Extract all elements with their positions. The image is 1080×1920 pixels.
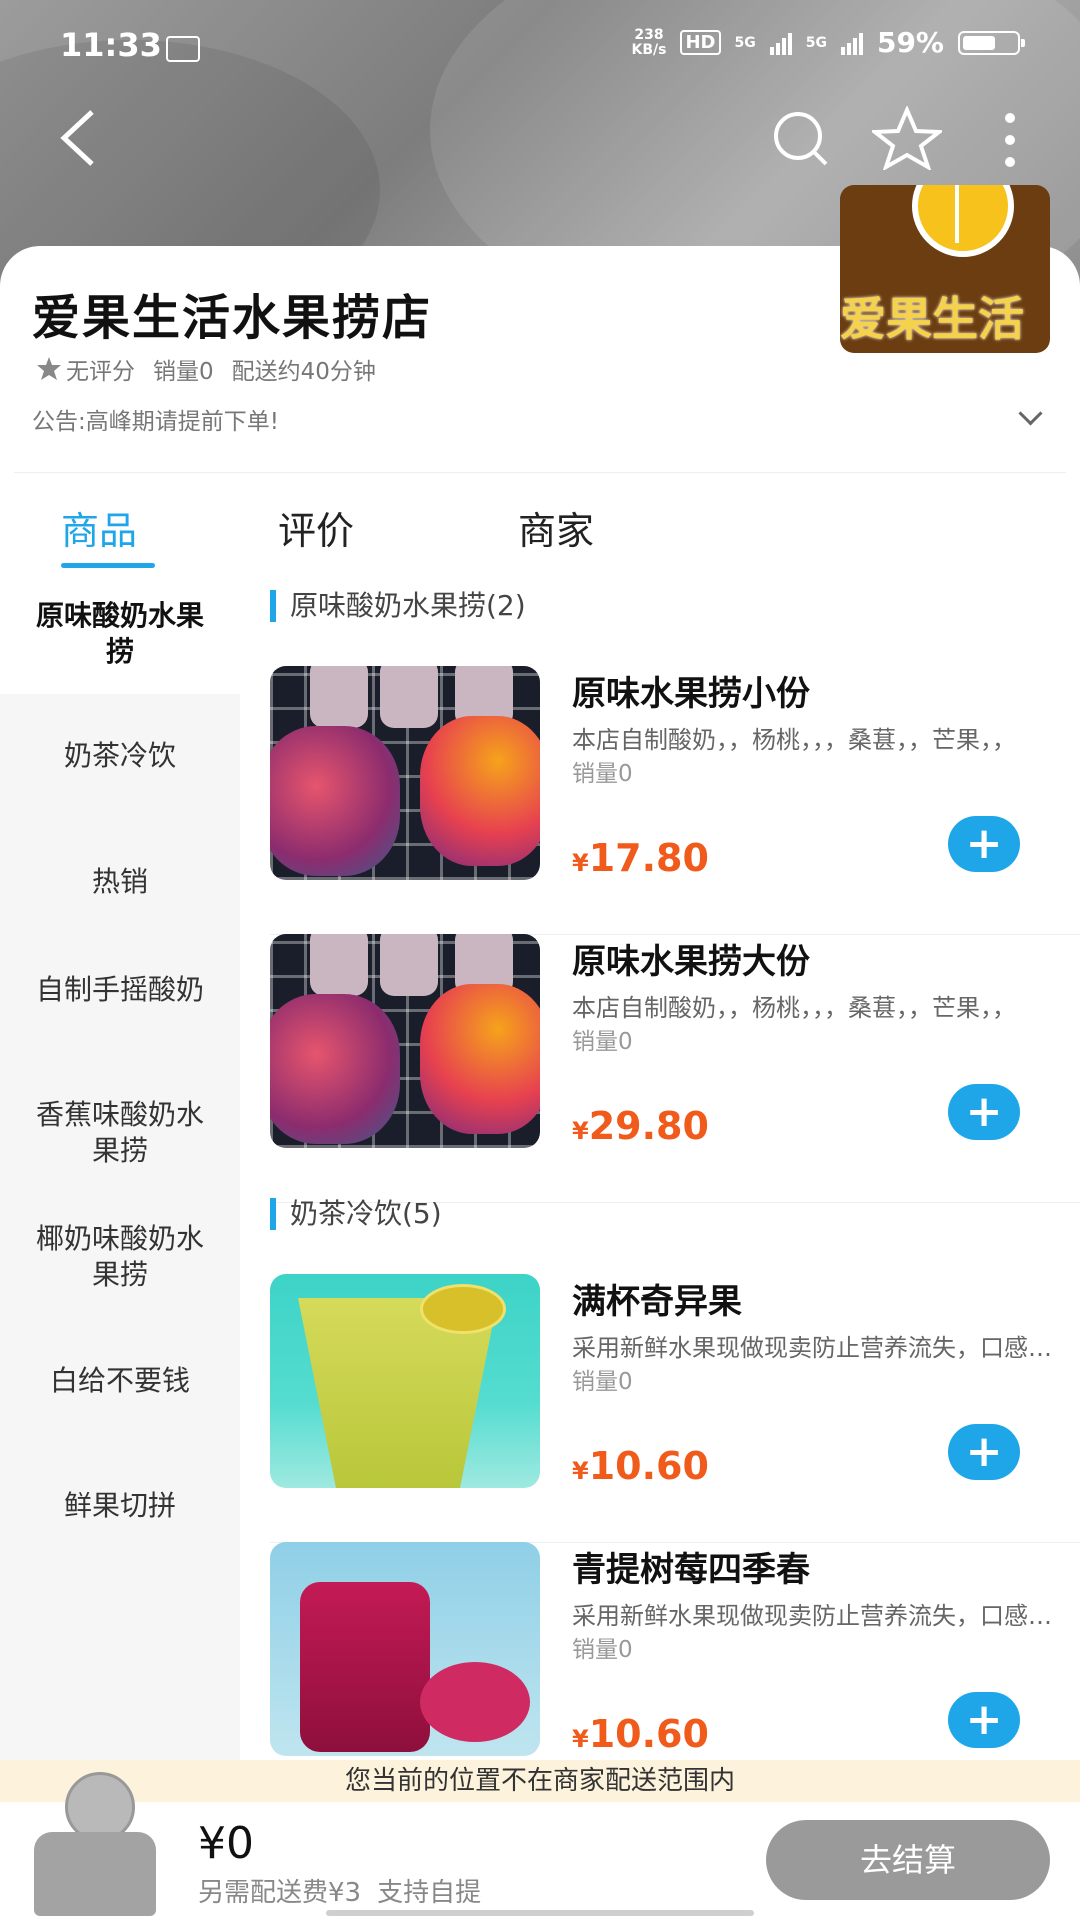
product-item[interactable]: 青提树莓四季春 采用新鲜水果现做现卖防止营养流失，口感清爽 销量0 ¥10.60…: [270, 1542, 1080, 1760]
cart-fee-info: 另需配送费¥3 支持自提: [198, 1872, 481, 1909]
sidebar-item-fruit-platter[interactable]: 鲜果切拼: [0, 1488, 240, 1524]
product-item[interactable]: 满杯奇异果 采用新鲜水果现做现卖防止营养流失，口感清爽 销量0 ¥10.60 +: [270, 1274, 1080, 1543]
product-desc: 本店自制酸奶，，杨桃，，，桑葚，，芒果，，: [572, 726, 1016, 754]
delivery-time: 配送约40分钟: [231, 359, 376, 385]
product-price: ¥29.80: [572, 1104, 709, 1148]
home-indicator[interactable]: [326, 1910, 754, 1916]
product-name: 原味水果捞小份: [572, 674, 810, 714]
shop-sales: 销量0: [153, 359, 214, 385]
add-to-cart-button[interactable]: +: [948, 1424, 1020, 1480]
back-arrow-icon[interactable]: [58, 108, 98, 168]
active-tab-indicator: [61, 563, 155, 568]
shop-name: 爱果生活水果捞店: [32, 290, 433, 346]
search-icon[interactable]: [770, 108, 830, 168]
signal-icon: [840, 31, 863, 55]
product-item[interactable]: 原味水果捞小份 本店自制酸奶，，杨桃，，，桑葚，，芒果，， 销量0 ¥17.80…: [270, 666, 1080, 935]
product-desc: 本店自制酸奶，，杨桃，，，桑葚，，芒果，，: [572, 994, 1016, 1022]
checkout-button[interactable]: 去结算: [766, 1820, 1050, 1900]
battery-percent: 59%: [876, 26, 944, 59]
cart-icon[interactable]: [30, 1772, 160, 1916]
product-item[interactable]: 原味水果捞大份 本店自制酸奶，，杨桃，，，桑葚，，芒果，， 销量0 ¥29.80…: [270, 934, 1080, 1203]
orange-icon: [912, 185, 1014, 257]
sidebar-item-coconut-yogurt[interactable]: 椰奶味酸奶水果捞: [0, 1221, 240, 1293]
tab-merchant[interactable]: 商家: [518, 500, 594, 555]
more-vertical-icon[interactable]: [1002, 110, 1018, 170]
shop-logo: 爱果生活: [840, 185, 1050, 353]
status-time: 11:33: [60, 26, 162, 64]
shop-notice[interactable]: 公告:高峰期请提前下单!: [32, 402, 279, 436]
battery-icon: [958, 30, 1025, 55]
sidebar-item-hot-sale[interactable]: 热销: [0, 864, 240, 900]
product-desc: 采用新鲜水果现做现卖防止营养流失，口感清爽: [572, 1334, 1062, 1362]
product-image: [270, 934, 540, 1148]
sidebar-item-banana-yogurt[interactable]: 香蕉味酸奶水果捞: [0, 1097, 240, 1169]
product-sales: 销量0: [572, 1637, 633, 1663]
product-price: ¥17.80: [572, 836, 709, 880]
sidebar-item-yogurt-salad[interactable]: 原味酸奶水果捞: [0, 574, 240, 694]
product-name: 青提树莓四季春: [572, 1550, 810, 1590]
add-to-cart-button[interactable]: +: [948, 816, 1020, 872]
logo-text: 爱果生活: [840, 292, 1024, 346]
product-sales: 销量0: [572, 761, 633, 787]
sidebar-item-shaken-yogurt[interactable]: 自制手摇酸奶: [0, 972, 240, 1008]
network-type-1: 5G: [734, 34, 756, 51]
product-image: [270, 666, 540, 880]
section-title: 原味酸奶水果捞(2): [270, 590, 526, 622]
star-filled-icon: [37, 357, 61, 380]
product-price: ¥10.60: [572, 1712, 709, 1756]
section-title: 奶茶冷饮(5): [270, 1198, 442, 1230]
product-sales: 销量0: [572, 1369, 633, 1395]
tab-products[interactable]: 商品: [61, 500, 137, 555]
rating: 无评分: [36, 352, 135, 386]
product-price: ¥10.60: [572, 1444, 709, 1488]
product-sales: 销量0: [572, 1029, 633, 1055]
divider: [14, 472, 1066, 473]
delivery-fee: 另需配送费¥3: [198, 1878, 362, 1908]
star-icon[interactable]: [872, 106, 942, 170]
pickup-support: 支持自提: [377, 1878, 482, 1908]
cart-total: ¥0: [198, 1818, 254, 1869]
hd-icon: HD: [680, 30, 721, 55]
product-name: 原味水果捞大份: [572, 942, 810, 982]
add-to-cart-button[interactable]: +: [948, 1084, 1020, 1140]
status-bar: 11:33 238 KB/s HD 5G 5G 59%: [0, 0, 1080, 95]
shop-meta: 无评分 销量0 配送约40分钟: [36, 352, 376, 386]
signal-icon: [769, 31, 792, 55]
tab-reviews[interactable]: 评价: [278, 500, 354, 555]
sidebar-item-milk-tea[interactable]: 奶茶冷饮: [0, 738, 240, 774]
add-to-cart-button[interactable]: +: [948, 1692, 1020, 1748]
network-type-2: 5G: [805, 34, 827, 51]
notification-app-icon: [166, 36, 200, 62]
delivery-range-notice: 您当前的位置不在商家配送范围内: [0, 1760, 1080, 1802]
network-speed: 238 KB/s: [631, 26, 667, 58]
product-image: [270, 1274, 540, 1488]
product-image: [270, 1542, 540, 1756]
product-name: 满杯奇异果: [572, 1282, 742, 1322]
product-desc: 采用新鲜水果现做现卖防止营养流失，口感清爽: [572, 1602, 1062, 1630]
sidebar-item-free[interactable]: 白给不要钱: [0, 1363, 240, 1399]
